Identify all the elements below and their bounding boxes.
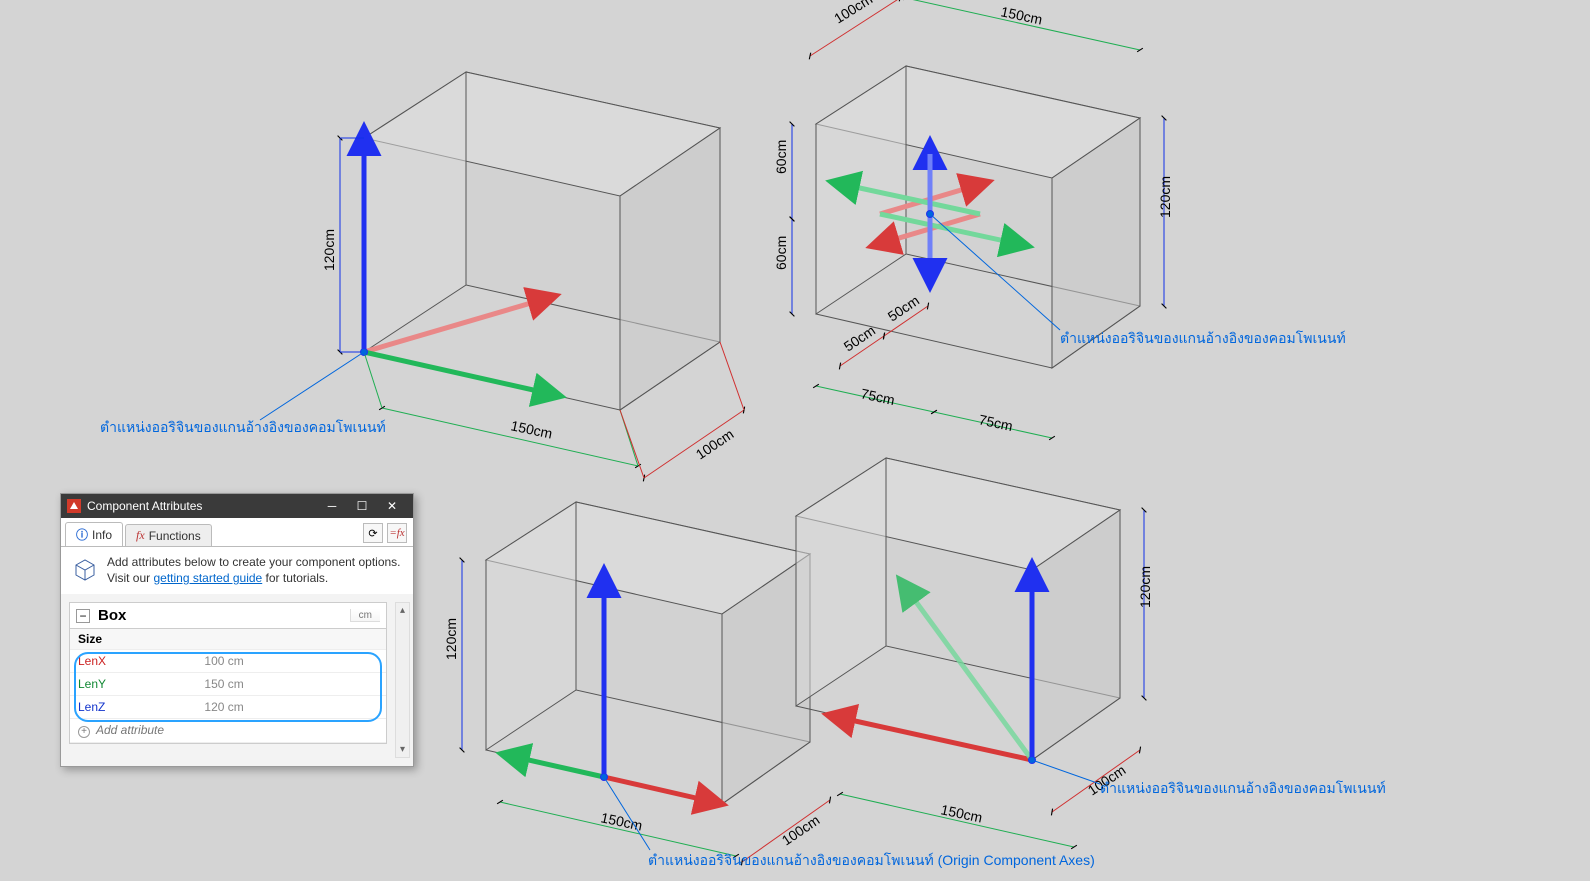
attr-row-lenx[interactable]: LenX 100 cm [70,650,386,673]
attr-row-leny[interactable]: LenY 150 cm [70,673,386,696]
callout-top-left: ตำแหน่งออริจินของแกนอ้างอิงของคอมโพเนนท์ [100,417,386,439]
attr-label-lenx: LenX [70,650,196,673]
minimize-button[interactable]: ─ [317,494,347,518]
maximize-button[interactable]: ☐ [347,494,377,518]
svg-text:120cm: 120cm [443,618,459,660]
dim-100: 100cm [693,426,737,463]
refresh-button[interactable]: ⟳ [363,523,383,543]
callout-bottom-right: ตำแหน่งออริจินของแกนอ้างอิงของคอมโพเนนท์ [1100,778,1386,800]
svg-text:100cm: 100cm [831,0,875,27]
svg-text:75cm: 75cm [859,385,896,408]
attr-label-lenz: LenZ [70,696,196,719]
box-bottom-center: 120cm 150cm 100cm [443,502,830,862]
tab-functions[interactable]: fx Functions [125,524,212,546]
svg-text:60cm: 60cm [773,140,789,174]
scrollbar[interactable]: ▴ ▾ [395,602,410,758]
box-top-right: 100cm 150cm 120cm 60cm 60cm 50cm 50cm 75… [773,0,1173,438]
component-attributes-panel: Component Attributes ─ ☐ ✕ ⓘ Info fx Fun… [60,493,414,767]
svg-text:75cm: 75cm [977,411,1014,434]
attr-row-lenz[interactable]: LenZ 120 cm [70,696,386,719]
panel-title: Component Attributes [87,499,202,513]
svg-text:60cm: 60cm [773,236,789,270]
callout-bottom-center: ตำแหน่งออริจินของแกนอ้างอิงของคอมโพเนนท์… [648,850,1095,872]
fx-icon: fx [136,528,145,543]
add-attribute-row[interactable]: +Add attribute [70,719,386,743]
sketchup-icon [67,499,81,513]
close-button[interactable]: ✕ [377,494,407,518]
getting-started-link[interactable]: getting started guide [153,571,262,585]
svg-text:120cm: 120cm [1137,566,1153,608]
tab-bar: ⓘ Info fx Functions ⟳ =fx [61,518,413,547]
attr-label-leny: LenY [70,673,196,696]
attribute-area: − Box cm Size LenX 100 cm LenY 150 cm Le… [61,594,413,766]
attr-value-lenz[interactable]: 120 cm [196,696,386,719]
scroll-down-icon[interactable]: ▾ [396,742,409,757]
axis-y-green [364,352,560,396]
svg-text:50cm: 50cm [885,292,922,324]
attr-value-leny[interactable]: 150 cm [196,673,386,696]
titlebar[interactable]: Component Attributes ─ ☐ ✕ [61,494,413,518]
svg-text:100cm: 100cm [779,812,823,849]
add-icon: + [78,726,90,738]
toggle-fx-button[interactable]: =fx [387,523,407,543]
cube-icon [71,555,99,583]
intro-text-b: for tutorials. [262,571,328,585]
dim-120: 120cm [321,229,337,271]
size-group-label: Size [70,629,386,650]
scroll-up-icon[interactable]: ▴ [396,603,409,618]
attr-value-lenx[interactable]: 100 cm [196,650,386,673]
intro-row: Add attributes below to create your comp… [61,547,413,594]
tab-info[interactable]: ⓘ Info [65,522,123,546]
info-icon: ⓘ [76,526,88,543]
callout-top-right: ตำแหน่งออริจินของแกนอ้างอิงของคอมโพเนนท์ [1060,328,1346,350]
unit-label[interactable]: cm [350,609,380,622]
component-name: Box [98,607,126,624]
svg-text:120cm: 120cm [1157,176,1173,218]
collapse-toggle[interactable]: − [76,609,90,623]
